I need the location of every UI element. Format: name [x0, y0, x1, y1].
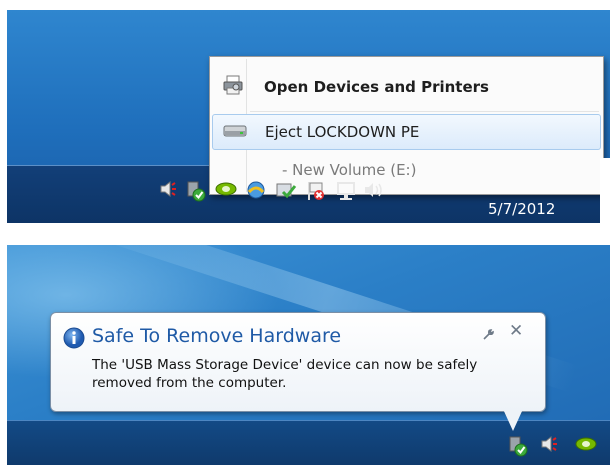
menu-item-eject-lockdown-pe[interactable]: Eject LOCKDOWN PE: [212, 114, 601, 150]
menu-item-open-devices-and-printers[interactable]: Open Devices and Printers: [212, 69, 601, 105]
menu-item-new-volume: - New Volume (E:): [212, 152, 601, 188]
show-desktop-strip[interactable]: [600, 158, 610, 223]
balloon-message: The 'USB Mass Storage Device' device can…: [92, 357, 478, 391]
action-center-icon[interactable]: [275, 180, 297, 204]
flag-error-icon[interactable]: [305, 180, 327, 206]
balloon-tail: [503, 409, 523, 431]
nvidia-icon[interactable]: [215, 180, 237, 202]
desktop-notification-screenshot: Safe To Remove Hardware The 'USB Mass St…: [7, 245, 610, 465]
balloon-title: Safe To Remove Hardware: [92, 325, 342, 347]
desktop-tray-menu-screenshot: Open Devices and Printers Eject LOCKDOWN…: [7, 10, 610, 223]
menu-item-label: Open Devices and Printers: [264, 78, 489, 96]
drive-icon: [223, 123, 247, 142]
taskbar-clock[interactable]: 5/7/2012: [488, 200, 555, 218]
safe-to-remove-hardware-balloon[interactable]: Safe To Remove Hardware The 'USB Mass St…: [50, 312, 546, 434]
close-icon[interactable]: ✕: [509, 321, 523, 341]
speaker-icon[interactable]: [540, 435, 558, 457]
wrench-icon[interactable]: [481, 327, 495, 346]
menu-separator: [250, 111, 599, 112]
network-share-icon[interactable]: [245, 180, 267, 204]
menu-item-label: Eject LOCKDOWN PE: [265, 123, 420, 141]
volume-icon[interactable]: [363, 180, 385, 204]
speaker-icon[interactable]: [159, 180, 177, 202]
safe-remove-hardware-icon[interactable]: [507, 435, 529, 461]
nvidia-icon[interactable]: [575, 435, 597, 457]
info-icon: [63, 327, 85, 353]
menu-item-label: - New Volume (E:): [282, 161, 417, 179]
printer-icon: [222, 74, 244, 100]
network-icon[interactable]: [335, 180, 357, 206]
safe-remove-hardware-icon[interactable]: [185, 180, 207, 206]
eject-context-menu: Open Devices and Printers Eject LOCKDOWN…: [209, 56, 604, 195]
